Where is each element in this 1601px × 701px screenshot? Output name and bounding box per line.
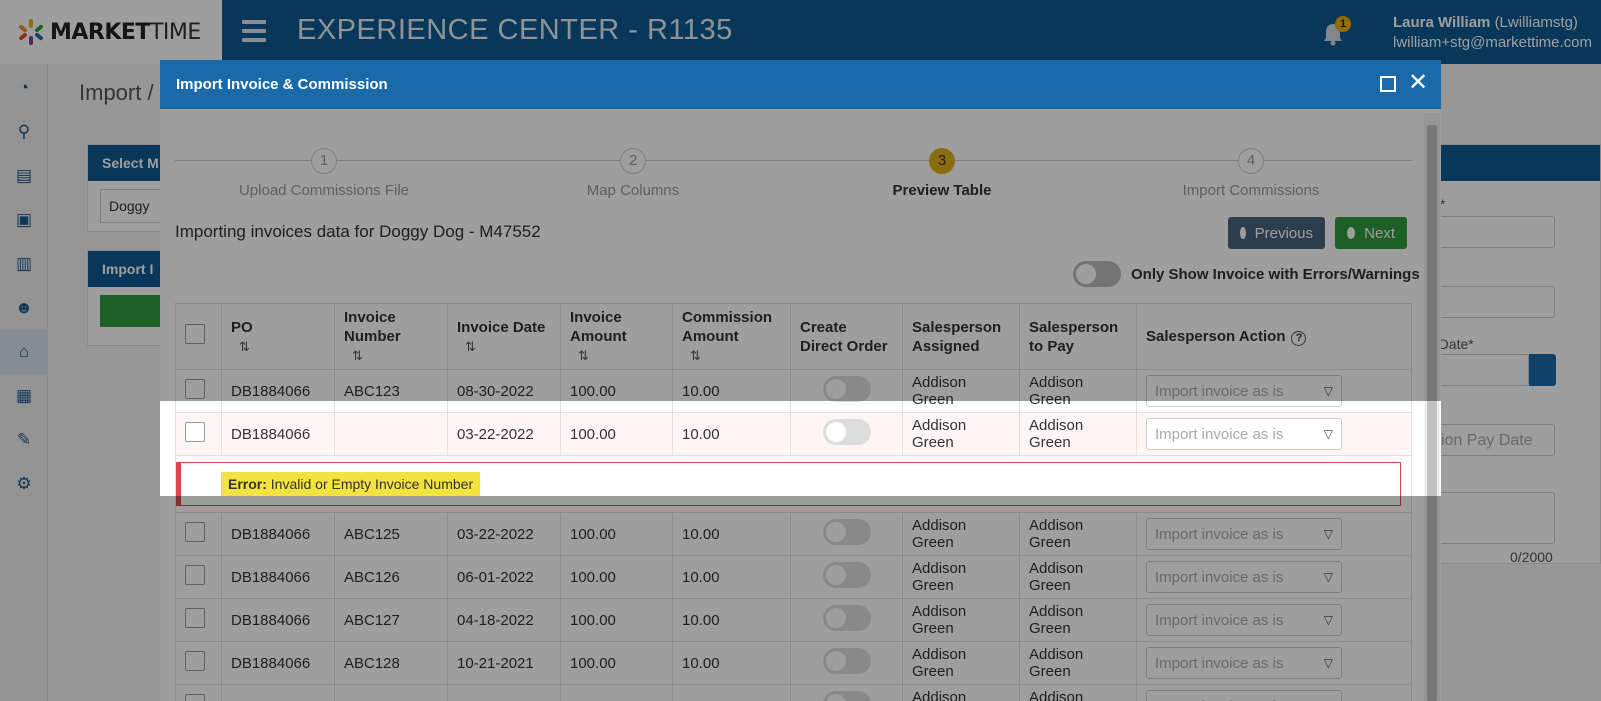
table-row: DB1884066 03-22-2022 100.00 10.00 Addison Gr… xyxy=(175,412,1412,456)
chevron-down-icon: ▽ xyxy=(1323,427,1333,441)
po-cell: DB1884066 xyxy=(221,412,335,456)
salesperson-action-select[interactable]: Import invoice as is▽ xyxy=(1146,418,1342,450)
salesperson-action-cell: Import invoice as is▽ xyxy=(1136,412,1412,456)
invoice-date-cell: 03-22-2022 xyxy=(447,412,561,456)
close-icon[interactable]: ✕ xyxy=(1408,71,1428,95)
modal-title: Import Invoice & Commission xyxy=(176,76,388,93)
direct-order-toggle[interactable] xyxy=(822,419,871,445)
spotlight-dim-bottom xyxy=(160,496,1441,701)
maximize-icon[interactable] xyxy=(1380,76,1396,92)
invoice-amount-cell: 100.00 xyxy=(560,412,673,456)
error-message: Error: Invalid or Empty Invoice Number xyxy=(221,472,481,496)
salesperson-to-pay-cell: Addison Green xyxy=(1019,412,1137,456)
direct-order-cell xyxy=(790,412,903,456)
modal-header: Import Invoice & Commission ✕ xyxy=(160,60,1441,109)
row-checkbox[interactable] xyxy=(185,422,205,442)
invoice-number-cell xyxy=(334,412,448,456)
salesperson-assigned-cell: Addison Green xyxy=(902,412,1020,456)
row-select-cell xyxy=(175,412,222,456)
spotlight-dim-top xyxy=(160,109,1441,401)
commission-amount-cell: 10.00 xyxy=(672,412,791,456)
